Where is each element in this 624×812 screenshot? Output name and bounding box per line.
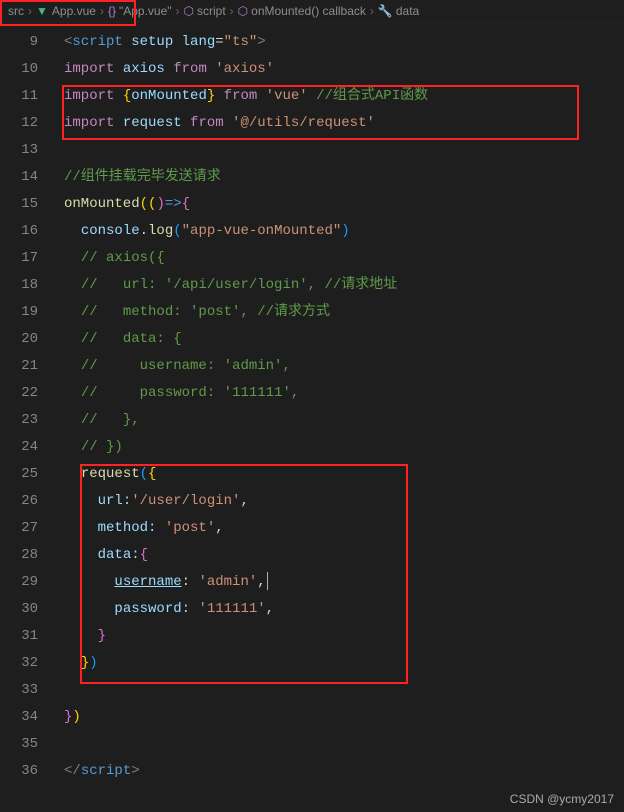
line-number: 22 <box>0 380 38 407</box>
code-line <box>64 677 624 704</box>
line-number: 34 <box>0 704 38 731</box>
line-number: 31 <box>0 623 38 650</box>
line-number: 10 <box>0 56 38 83</box>
line-number: 21 <box>0 353 38 380</box>
line-number: 32 <box>0 650 38 677</box>
vue-icon: ▼ <box>36 4 48 18</box>
line-number: 16 <box>0 218 38 245</box>
cube-icon: ⬡ <box>238 4 248 18</box>
line-number: 36 <box>0 758 38 785</box>
cursor-icon <box>267 572 268 590</box>
code-line: import request from '@/utils/request' <box>64 110 624 137</box>
cube-icon: ⬡ <box>184 4 194 18</box>
code-line: </script> <box>64 758 624 785</box>
line-number: 25 <box>0 461 38 488</box>
code-line: } <box>64 623 624 650</box>
code-line: // username: 'admin', <box>64 353 624 380</box>
chevron-right-icon: › <box>230 4 234 18</box>
line-number: 9 <box>0 29 38 56</box>
line-number: 30 <box>0 596 38 623</box>
code-line: username: 'admin', <box>64 569 624 596</box>
breadcrumb-item-src[interactable]: src <box>8 4 24 18</box>
code-line: onMounted(()=>{ <box>64 191 624 218</box>
code-line: data:{ <box>64 542 624 569</box>
line-number: 11 <box>0 83 38 110</box>
code-line: method: 'post', <box>64 515 624 542</box>
line-number: 27 <box>0 515 38 542</box>
code-line: // method: 'post', //请求方式 <box>64 299 624 326</box>
code-line: url:'/user/login', <box>64 488 624 515</box>
wrench-icon: 🔧 <box>378 4 393 18</box>
watermark: CSDN @ycmy2017 <box>510 792 614 806</box>
line-number: 15 <box>0 191 38 218</box>
line-number: 24 <box>0 434 38 461</box>
code-line: // }, <box>64 407 624 434</box>
code-line <box>64 137 624 164</box>
code-line: }) <box>64 650 624 677</box>
brace-icon: {} <box>108 4 116 18</box>
code-line: //组件挂载完毕发送请求 <box>64 164 624 191</box>
code-line: request({ <box>64 461 624 488</box>
code-line: }) <box>64 704 624 731</box>
breadcrumb: src › ▼App.vue › {}"App.vue" › ⬡script ›… <box>0 0 624 23</box>
line-number: 13 <box>0 137 38 164</box>
breadcrumb-item-data[interactable]: 🔧data <box>378 4 419 18</box>
code-line: import axios from 'axios' <box>64 56 624 83</box>
code-line <box>64 731 624 758</box>
code-line: import {onMounted} from 'vue' //组合式API函数 <box>64 83 624 110</box>
chevron-right-icon: › <box>176 4 180 18</box>
code-line: console.log("app-vue-onMounted") <box>64 218 624 245</box>
breadcrumb-item-appvue-str[interactable]: {}"App.vue" <box>108 4 172 18</box>
chevron-right-icon: › <box>28 4 32 18</box>
line-number: 14 <box>0 164 38 191</box>
line-number: 33 <box>0 677 38 704</box>
code-line: // data: { <box>64 326 624 353</box>
chevron-right-icon: › <box>370 4 374 18</box>
line-number: 26 <box>0 488 38 515</box>
line-number-gutter: 9101112131415161718192021222324252627282… <box>0 23 44 785</box>
code-editor[interactable]: 9101112131415161718192021222324252627282… <box>0 23 624 785</box>
line-number: 12 <box>0 110 38 137</box>
line-number: 23 <box>0 407 38 434</box>
breadcrumb-item-appvue[interactable]: ▼App.vue <box>36 4 96 18</box>
line-number: 19 <box>0 299 38 326</box>
line-number: 35 <box>0 731 38 758</box>
code-line: // password: '111111', <box>64 380 624 407</box>
line-number: 17 <box>0 245 38 272</box>
code-area[interactable]: <script setup lang="ts"> import axios fr… <box>44 23 624 785</box>
line-number: 29 <box>0 569 38 596</box>
chevron-right-icon: › <box>100 4 104 18</box>
code-line: // axios({ <box>64 245 624 272</box>
line-number: 18 <box>0 272 38 299</box>
line-number: 20 <box>0 326 38 353</box>
breadcrumb-item-script[interactable]: ⬡script <box>184 4 226 18</box>
line-number: 28 <box>0 542 38 569</box>
code-line: <script setup lang="ts"> <box>64 29 624 56</box>
breadcrumb-item-onmounted[interactable]: ⬡onMounted() callback <box>238 4 366 18</box>
code-line: // url: '/api/user/login', //请求地址 <box>64 272 624 299</box>
code-line: // }) <box>64 434 624 461</box>
code-line: password: '111111', <box>64 596 624 623</box>
